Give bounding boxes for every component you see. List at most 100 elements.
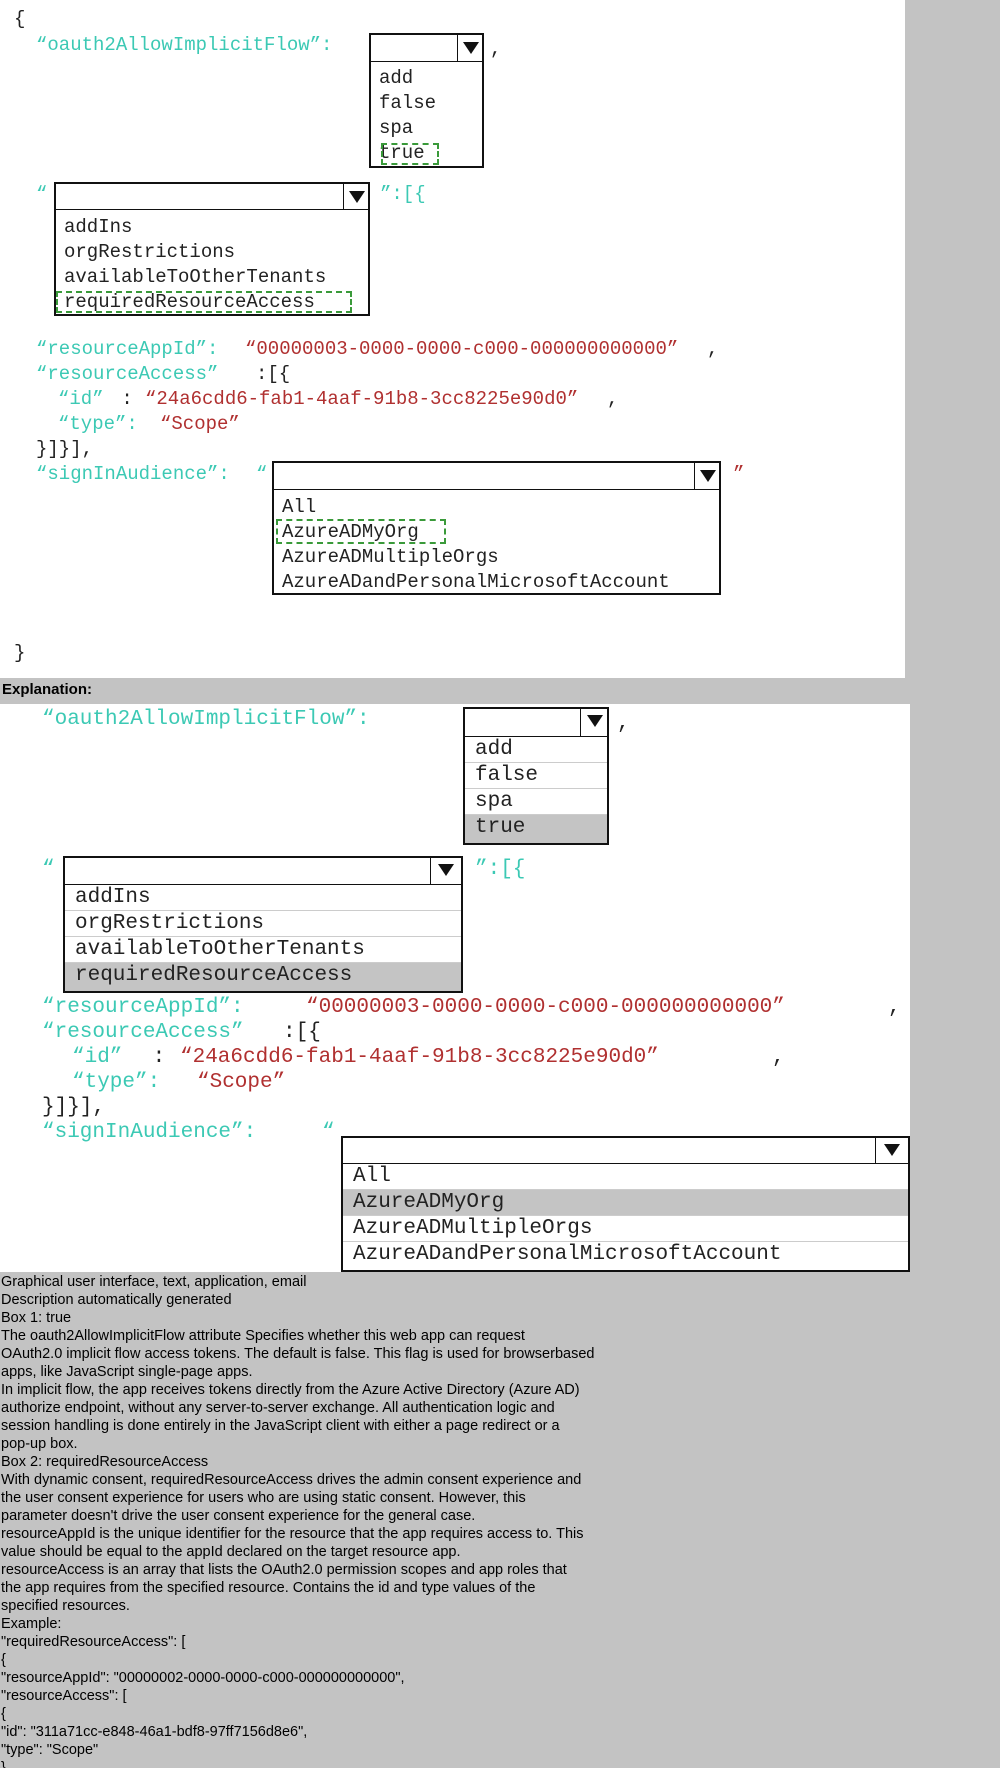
type-key: “type”: [58,413,138,435]
chevron-down-icon [438,864,454,876]
answer-box1-option[interactable]: spa [465,789,607,815]
answer-box3-option[interactable]: AzureADMultipleOrgs [343,1216,908,1242]
box1-selection-marker [381,143,439,165]
closing-brackets: }]}], [36,438,94,460]
explanation-line: Box 2: requiredResourceAccess [1,1454,209,1470]
answer-resource-access-key: “resourceAccess” [42,1021,244,1044]
answer-box2-header[interactable] [65,858,461,885]
explanation-line: the user consent experience for users wh… [1,1490,526,1506]
box1-dropdown-header[interactable] [371,35,482,62]
answer-box2-option[interactable]: orgRestrictions [65,911,461,937]
box2-dropdown-header[interactable] [56,184,368,210]
chevron-down-icon [349,191,365,203]
answer-box3-option[interactable]: All [343,1164,908,1190]
answer-id-value: “24a6cdd6-fab1-4aaf-91b8-3cc8225e90d0” [180,1046,659,1069]
explanation-line: "type": "Scope" [1,1742,99,1758]
box3-selection-marker [276,519,446,544]
box3-option[interactable]: AzureADandPersonalMicrosoftAccount [282,571,670,593]
answer-oauth-comma: , [617,712,630,735]
answer-box3-option-selected[interactable]: AzureADMyOrg [343,1190,908,1216]
explanation-line: "requiredResourceAccess": [ [1,1634,186,1650]
answer-panel: “oauth2AllowImplicitFlow”: add false spa… [0,704,910,1272]
box2-dropdown-button[interactable] [343,184,368,209]
answer-box1-button[interactable] [580,709,607,736]
answer-box1-option-selected[interactable]: true [465,815,607,843]
box1-option[interactable]: spa [379,117,413,139]
answer-sign-in-quote: “ [322,1121,335,1144]
answer-box2-option[interactable]: addIns [65,885,461,911]
explanation-line: { [1,1706,6,1722]
resource-access-open: :[{ [256,363,291,385]
answer-type-key: “type”: [72,1071,161,1094]
answer-box2-dropdown[interactable]: addIns orgRestrictions availableToOtherT… [63,856,463,993]
box2-option[interactable]: addIns [64,216,132,238]
chevron-down-icon [700,470,716,482]
explanation-line: OAuth2.0 implicit flow access tokens. Th… [1,1346,595,1362]
explanation-line: resourceAppId is the unique identifier f… [1,1526,584,1542]
sign-in-key: “signInAudience”: [36,463,230,485]
chevron-down-icon [587,715,603,727]
id-colon: : [110,388,145,410]
explanation-line: With dynamic consent, requiredResourceAc… [1,1472,582,1488]
answer-box1-option[interactable]: add [465,737,607,763]
box1-option[interactable]: false [379,92,436,114]
explanation-line: The oauth2AllowImplicitFlow attribute Sp… [1,1328,525,1344]
explanation-line: "resourceAppId": "00000002-0000-0000-c00… [1,1670,405,1686]
box1-option[interactable]: add [379,67,413,89]
chevron-down-icon [463,42,479,54]
answer-box1-dropdown[interactable]: add false spa true [463,707,609,845]
explanation-line: the app requires from the specified reso… [1,1580,536,1596]
box2-option[interactable]: availableToOtherTenants [64,266,326,288]
answer-sign-in-key: “signInAudience”: [42,1121,257,1144]
explanation-line: Description automatically generated [1,1292,232,1308]
answer-box3-dropdown[interactable]: All AzureADMyOrg AzureADMultipleOrgs Azu… [341,1136,910,1272]
resource-app-id-key: “resourceAppId”: [36,338,219,360]
answer-box1-option[interactable]: false [465,763,607,789]
answer-box2-quote-open: “ [42,858,55,881]
explanation-line: authorize endpoint, without any server-t… [1,1400,555,1416]
answer-box2-button[interactable] [430,858,461,884]
box2-dropdown[interactable]: addIns orgRestrictions availableToOtherT… [54,182,370,316]
box1-dropdown-button[interactable] [457,35,482,61]
box3-dropdown-header[interactable] [274,463,719,490]
chevron-down-icon [884,1144,900,1156]
answer-box2-option-selected[interactable]: requiredResourceAccess [65,963,461,991]
answer-box3-header[interactable] [343,1138,908,1164]
explanation-line: apps, like JavaScript single-page apps. [1,1364,253,1380]
explanation-text: Graphical user interface, text, applicat… [0,1274,1000,1768]
box3-dropdown[interactable]: All AzureADMyOrg AzureADMultipleOrgs Azu… [272,461,721,595]
resource-access-key: “resourceAccess” [36,363,219,385]
explanation-line: value should be equal to the appId decla… [1,1544,461,1560]
answer-box1-header[interactable] [465,709,607,737]
id-value: “24a6cdd6-fab1-4aaf-91b8-3cc8225e90d0” [145,388,579,410]
oauth-comma: , [490,38,502,60]
box2-suffix: ”:[{ [380,183,426,205]
resource-app-id-comma: , [707,338,719,360]
answer-resource-app-id-comma: , [888,996,901,1019]
explanation-line: Graphical user interface, text, applicat… [1,1274,307,1290]
resource-app-id-value: “00000003-0000-0000-c000-000000000000” [245,338,679,360]
box2-option[interactable]: orgRestrictions [64,241,235,263]
box3-option[interactable]: All [282,496,316,518]
answer-box2-suffix: ”:[{ [475,858,526,881]
explanation-line: In implicit flow, the app receives token… [1,1382,580,1398]
box2-quote-open: “ [36,183,48,205]
type-value: “Scope” [160,413,240,435]
box3-option[interactable]: AzureADMultipleOrgs [282,546,499,568]
box1-dropdown[interactable]: add false spa true [369,33,484,168]
explanation-line: session handling is done entirely in the… [1,1418,560,1434]
box2-selection-marker [56,291,352,313]
answer-id-comma: , [772,1046,785,1069]
box3-dropdown-button[interactable] [694,463,719,489]
answer-box3-option[interactable]: AzureADandPersonalMicrosoftAccount [343,1242,908,1268]
answer-id-colon: : [140,1046,178,1069]
answer-resource-app-id-value: “00000003-0000-0000-c000-000000000000” [306,996,785,1019]
sign-in-quote: “ [256,463,268,485]
explanation-line: } [1,1760,6,1768]
answer-oauth-key: “oauth2AllowImplicitFlow”: [42,708,370,731]
answer-box3-button[interactable] [875,1138,908,1163]
answer-id-key: “id” [72,1046,123,1069]
explanation-line: { [1,1652,6,1668]
sign-in-close-quote: ” [733,463,745,485]
answer-box2-option[interactable]: availableToOtherTenants [65,937,461,963]
